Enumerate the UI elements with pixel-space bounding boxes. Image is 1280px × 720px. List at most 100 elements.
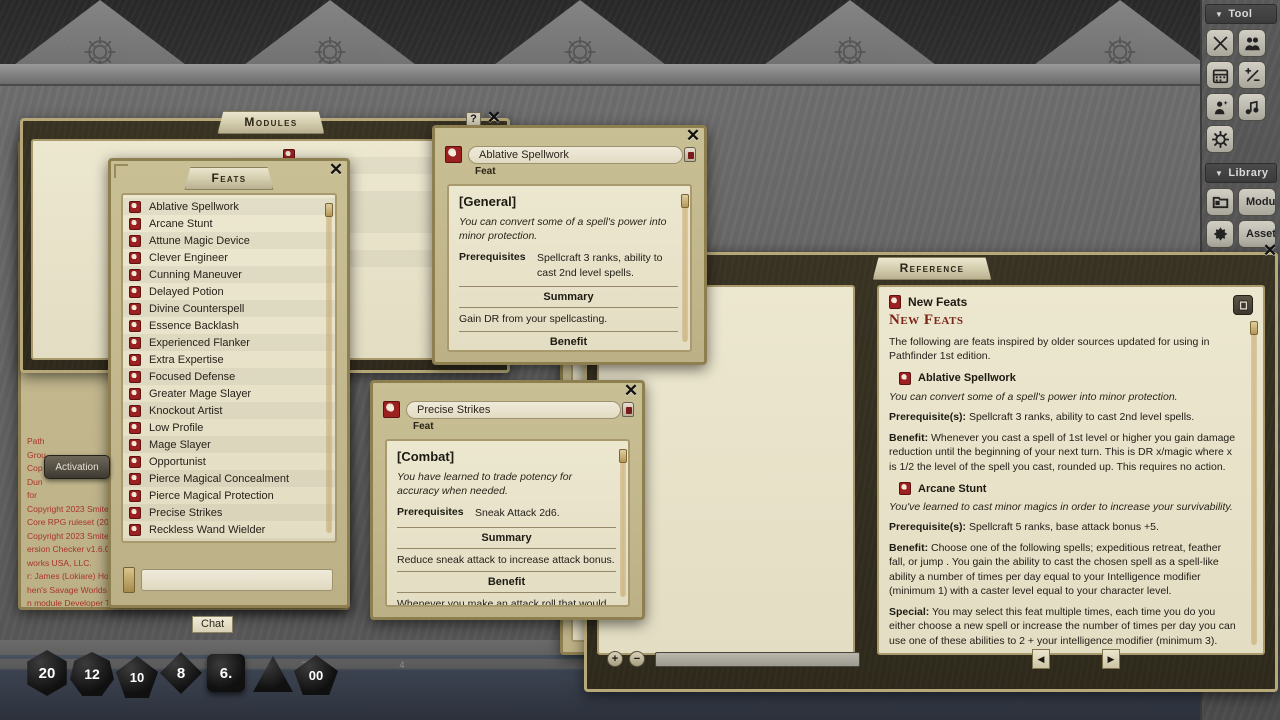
feat-name-field[interactable]: Ablative Spellwork (468, 146, 683, 164)
combat-tracker-icon[interactable] (1206, 29, 1234, 57)
feat-precise-scrollbar[interactable] (619, 449, 627, 597)
reference-progress-bar[interactable] (655, 652, 860, 667)
feat-category: [Combat] (397, 449, 455, 464)
feat-ablative-close-button[interactable]: ✕ (684, 127, 702, 146)
feat-list-item[interactable]: Clever Engineer (123, 249, 335, 266)
feat-ablative-scrollbar[interactable] (681, 194, 689, 342)
feat-list-item-label: Precise Strikes (149, 506, 223, 519)
sound-icon[interactable] (1238, 93, 1266, 121)
feat-list-item[interactable]: Divine Counterspell (123, 300, 335, 317)
scroll-thumb[interactable] (325, 203, 333, 217)
scroll-thumb[interactable] (619, 449, 627, 463)
feat-list-item[interactable]: Greater Mage Slayer (123, 385, 335, 402)
feat-icon (129, 540, 141, 541)
feat-list-item[interactable]: Focused Defense (123, 368, 335, 385)
feat-list-item[interactable]: Opportunist (123, 453, 335, 470)
effects-icon[interactable] (1206, 93, 1234, 121)
feats-scrollbar[interactable] (325, 203, 333, 533)
feat-flavor: You have learned to trade potency for ac… (397, 471, 573, 498)
feat-icon (129, 285, 141, 298)
feats-list[interactable]: Ablative Spellwork Arcane Stunt Attune Mag… (121, 193, 337, 543)
divider (459, 330, 678, 332)
feats-filter-input[interactable] (141, 569, 333, 591)
modifiers-icon[interactable] (1238, 61, 1266, 89)
lock-icon[interactable] (622, 402, 634, 417)
scroll-thumb[interactable] (681, 194, 689, 208)
feat-type-label: Feat (413, 421, 434, 432)
feat-list-item[interactable]: Essence Backlash (123, 317, 335, 334)
prev-page-button[interactable]: ◀ (1032, 649, 1050, 669)
feat-benefit-text-part1: Whenever you make an attack roll that wo… (397, 598, 607, 607)
folder-icon[interactable] (1206, 188, 1234, 216)
feat-list-item-label: Reckless Wand Wielder (149, 523, 266, 536)
feat-list-item[interactable]: Mage Slayer (123, 436, 335, 453)
feat-name-field[interactable]: Precise Strikes (406, 401, 621, 419)
rail-section-tool[interactable]: ▼ Tool (1205, 4, 1277, 24)
feat-ablative-body[interactable]: [General] You can convert some of a spel… (447, 184, 692, 352)
feat-list-item-label: Opportunist (149, 455, 206, 468)
feat-list-item[interactable]: Ablative Spellwork (123, 198, 335, 215)
feat-list-item[interactable]: Reckless Wand Wielder (123, 521, 335, 538)
feats-add-handle[interactable] (123, 567, 135, 593)
reference-block-label: Benefit: (889, 431, 929, 444)
feat-detail-window-ablative[interactable]: ✕ Ablative Spellwork Feat [General] You … (432, 125, 707, 365)
feat-list-item[interactable]: Knockout Artist (123, 402, 335, 419)
reference-close-button[interactable]: ✕ (1261, 242, 1279, 261)
feat-list-item[interactable]: Safe Retreat (123, 538, 335, 541)
feat-list-item-label: Pierce Magical Concealment (149, 472, 290, 485)
reference-feat-name[interactable]: Ablative Spellwork (918, 372, 1016, 384)
reference-block-label: Prerequisite(s): (889, 411, 967, 424)
zoom-in-button[interactable]: + (607, 651, 623, 667)
feat-list-item[interactable]: Precise Strikes (123, 504, 335, 521)
feats-close-button[interactable]: ✕ (327, 161, 345, 180)
feat-list-item[interactable]: Attune Magic Device (123, 232, 335, 249)
reference-feat-name[interactable]: Arcane Stunt (918, 483, 986, 495)
reference-scrollbar[interactable] (1250, 321, 1258, 645)
feat-detail-window-precise[interactable]: ✕ Precise Strikes Feat [Combat] You have… (370, 380, 645, 620)
feat-icon (129, 217, 141, 230)
reference-article[interactable]: New Feats New Feats The following are fe… (877, 285, 1265, 655)
feat-list-item-label: Divine Counterspell (149, 302, 245, 315)
scroll-thumb[interactable] (1250, 321, 1258, 335)
puzzle-icon[interactable] (1206, 220, 1234, 248)
feat-list-item[interactable]: Pierce Magical Concealment (123, 470, 335, 487)
calendar-icon[interactable] (1206, 61, 1234, 89)
feat-list-item[interactable]: Pierce Magical Protection (123, 487, 335, 504)
reference-heading: New Feats (889, 312, 964, 328)
plus-minus-glyph (1244, 67, 1260, 81)
rail-section-library[interactable]: ▼ Library (1205, 163, 1277, 183)
party-sheet-icon[interactable] (1238, 29, 1266, 57)
feat-list-item[interactable]: Experienced Flanker (123, 334, 335, 351)
lock-icon[interactable] (684, 147, 696, 162)
sidebar-item-modules[interactable]: Modules (1202, 188, 1280, 216)
rail-section-label: Library (1228, 167, 1269, 179)
feat-list-item-label: Knockout Artist (149, 404, 223, 417)
chat-tab[interactable]: Chat (192, 616, 234, 633)
die-d6[interactable]: 6. (207, 654, 245, 692)
next-page-button[interactable]: ▶ (1102, 649, 1120, 669)
feat-list-item-label: Pierce Magical Protection (149, 489, 274, 502)
feat-list-item[interactable]: Arcane Stunt (123, 215, 335, 232)
feats-window[interactable]: Feats ✕ Ablative Spellwork Arcane Stunt At… (108, 158, 350, 608)
zoom-out-button[interactable]: − (629, 651, 645, 667)
feat-list-item[interactable]: Low Profile (123, 419, 335, 436)
feat-list-item[interactable]: Delayed Potion (123, 283, 335, 300)
feat-icon (129, 472, 141, 485)
divider (397, 547, 616, 549)
book-icon[interactable] (1233, 295, 1253, 315)
folder-glyph (1212, 196, 1228, 208)
options-icon[interactable] (1206, 125, 1234, 153)
sparkle-person-glyph (1214, 100, 1228, 114)
reference-intro: The following are feats inspired by olde… (889, 336, 1210, 363)
divider (459, 286, 678, 288)
divider (459, 307, 678, 309)
reference-feat-flavor: You can convert some of a spell's power … (889, 390, 1178, 403)
feat-summary-label: Summary (543, 291, 594, 304)
feat-precise-close-button[interactable]: ✕ (622, 382, 640, 401)
feat-summary-text: Reduce sneak attack to increase attack b… (397, 553, 615, 566)
feat-precise-body[interactable]: [Combat] You have learned to trade poten… (385, 439, 630, 607)
reference-block-label: Prerequisite(s): (889, 521, 967, 534)
activation-button[interactable]: Activation (44, 455, 110, 479)
feat-list-item[interactable]: Extra Expertise (123, 351, 335, 368)
feat-list-item[interactable]: Cunning Maneuver (123, 266, 335, 283)
